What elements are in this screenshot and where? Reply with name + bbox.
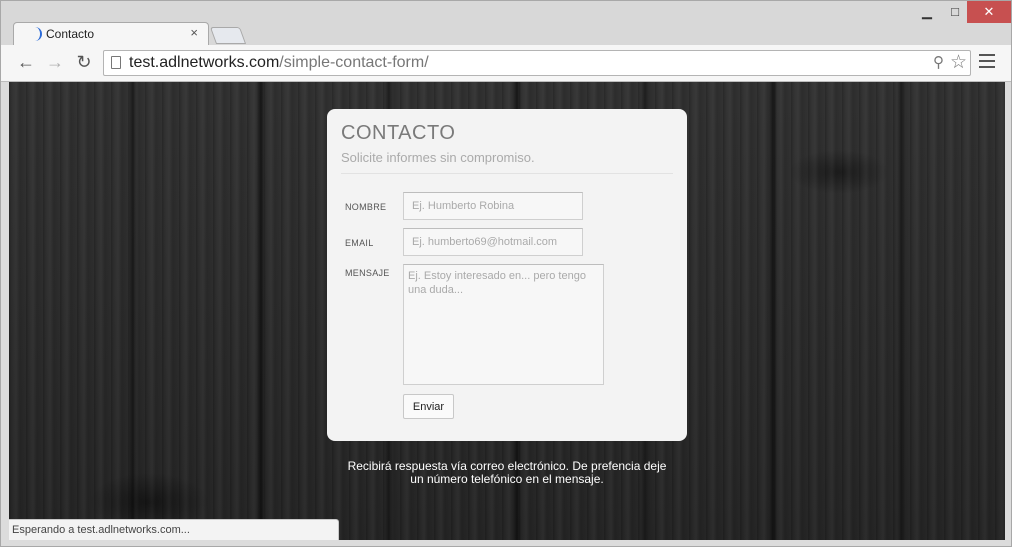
name-input[interactable]	[403, 192, 583, 220]
close-window-button[interactable]: ✕	[967, 1, 1011, 23]
page-viewport: CONTACTO Solicite informes sin compromis…	[9, 82, 1005, 540]
tab-title: Contacto	[46, 27, 95, 41]
footer-line-2: un número telefónico en el mensaje.	[410, 472, 604, 486]
back-arrow-icon[interactable]: ←	[16, 52, 36, 72]
maximize-button[interactable]: □	[941, 1, 969, 23]
send-button[interactable]: Enviar	[403, 394, 454, 419]
url-host: test.adlnetworks.com	[129, 54, 280, 71]
menu-icon[interactable]	[979, 54, 995, 72]
form-title: CONTACTO	[341, 122, 456, 144]
loading-spinner-icon	[32, 27, 42, 41]
message-label: MENSAJE	[345, 268, 390, 278]
footer-note: Recibirá respuesta vía correo electrónic…	[327, 460, 687, 486]
star-icon[interactable]: ☆	[950, 51, 967, 74]
browser-window: Contacto × ▁ □ ✕ ← → ↻ test.adlnetworks.…	[0, 0, 1012, 547]
url-text[interactable]: test.adlnetworks.com/simple-contact-form…	[129, 54, 429, 72]
address-bar[interactable]: test.adlnetworks.com/simple-contact-form…	[103, 50, 971, 76]
name-label: NOMBRE	[345, 202, 387, 212]
reload-icon[interactable]: ↻	[74, 52, 94, 72]
status-bar: Esperando a test.adlnetworks.com...	[9, 519, 339, 540]
contact-form-card: CONTACTO Solicite informes sin compromis…	[327, 109, 687, 441]
zoom-icon[interactable]: ⚲	[933, 53, 944, 71]
tab-contacto[interactable]: Contacto ×	[13, 22, 209, 46]
close-tab-icon[interactable]: ×	[190, 26, 198, 40]
url-path: /simple-contact-form/	[279, 54, 429, 71]
email-label: EMAIL	[345, 238, 374, 248]
page-icon	[111, 56, 121, 69]
browser-toolbar: ← → ↻ test.adlnetworks.com/simple-contac…	[1, 45, 1011, 82]
email-input[interactable]	[403, 228, 583, 256]
minimize-button[interactable]: ▁	[913, 1, 941, 23]
message-textarea[interactable]	[403, 264, 604, 385]
new-tab-button[interactable]	[209, 27, 247, 44]
footer-line-1: Recibirá respuesta vía correo electrónic…	[347, 459, 667, 473]
divider	[341, 173, 673, 174]
tab-strip: Contacto × ▁ □ ✕	[1, 1, 1011, 46]
forward-arrow-icon[interactable]: →	[45, 52, 65, 72]
form-subtitle: Solicite informes sin compromiso.	[341, 150, 535, 165]
